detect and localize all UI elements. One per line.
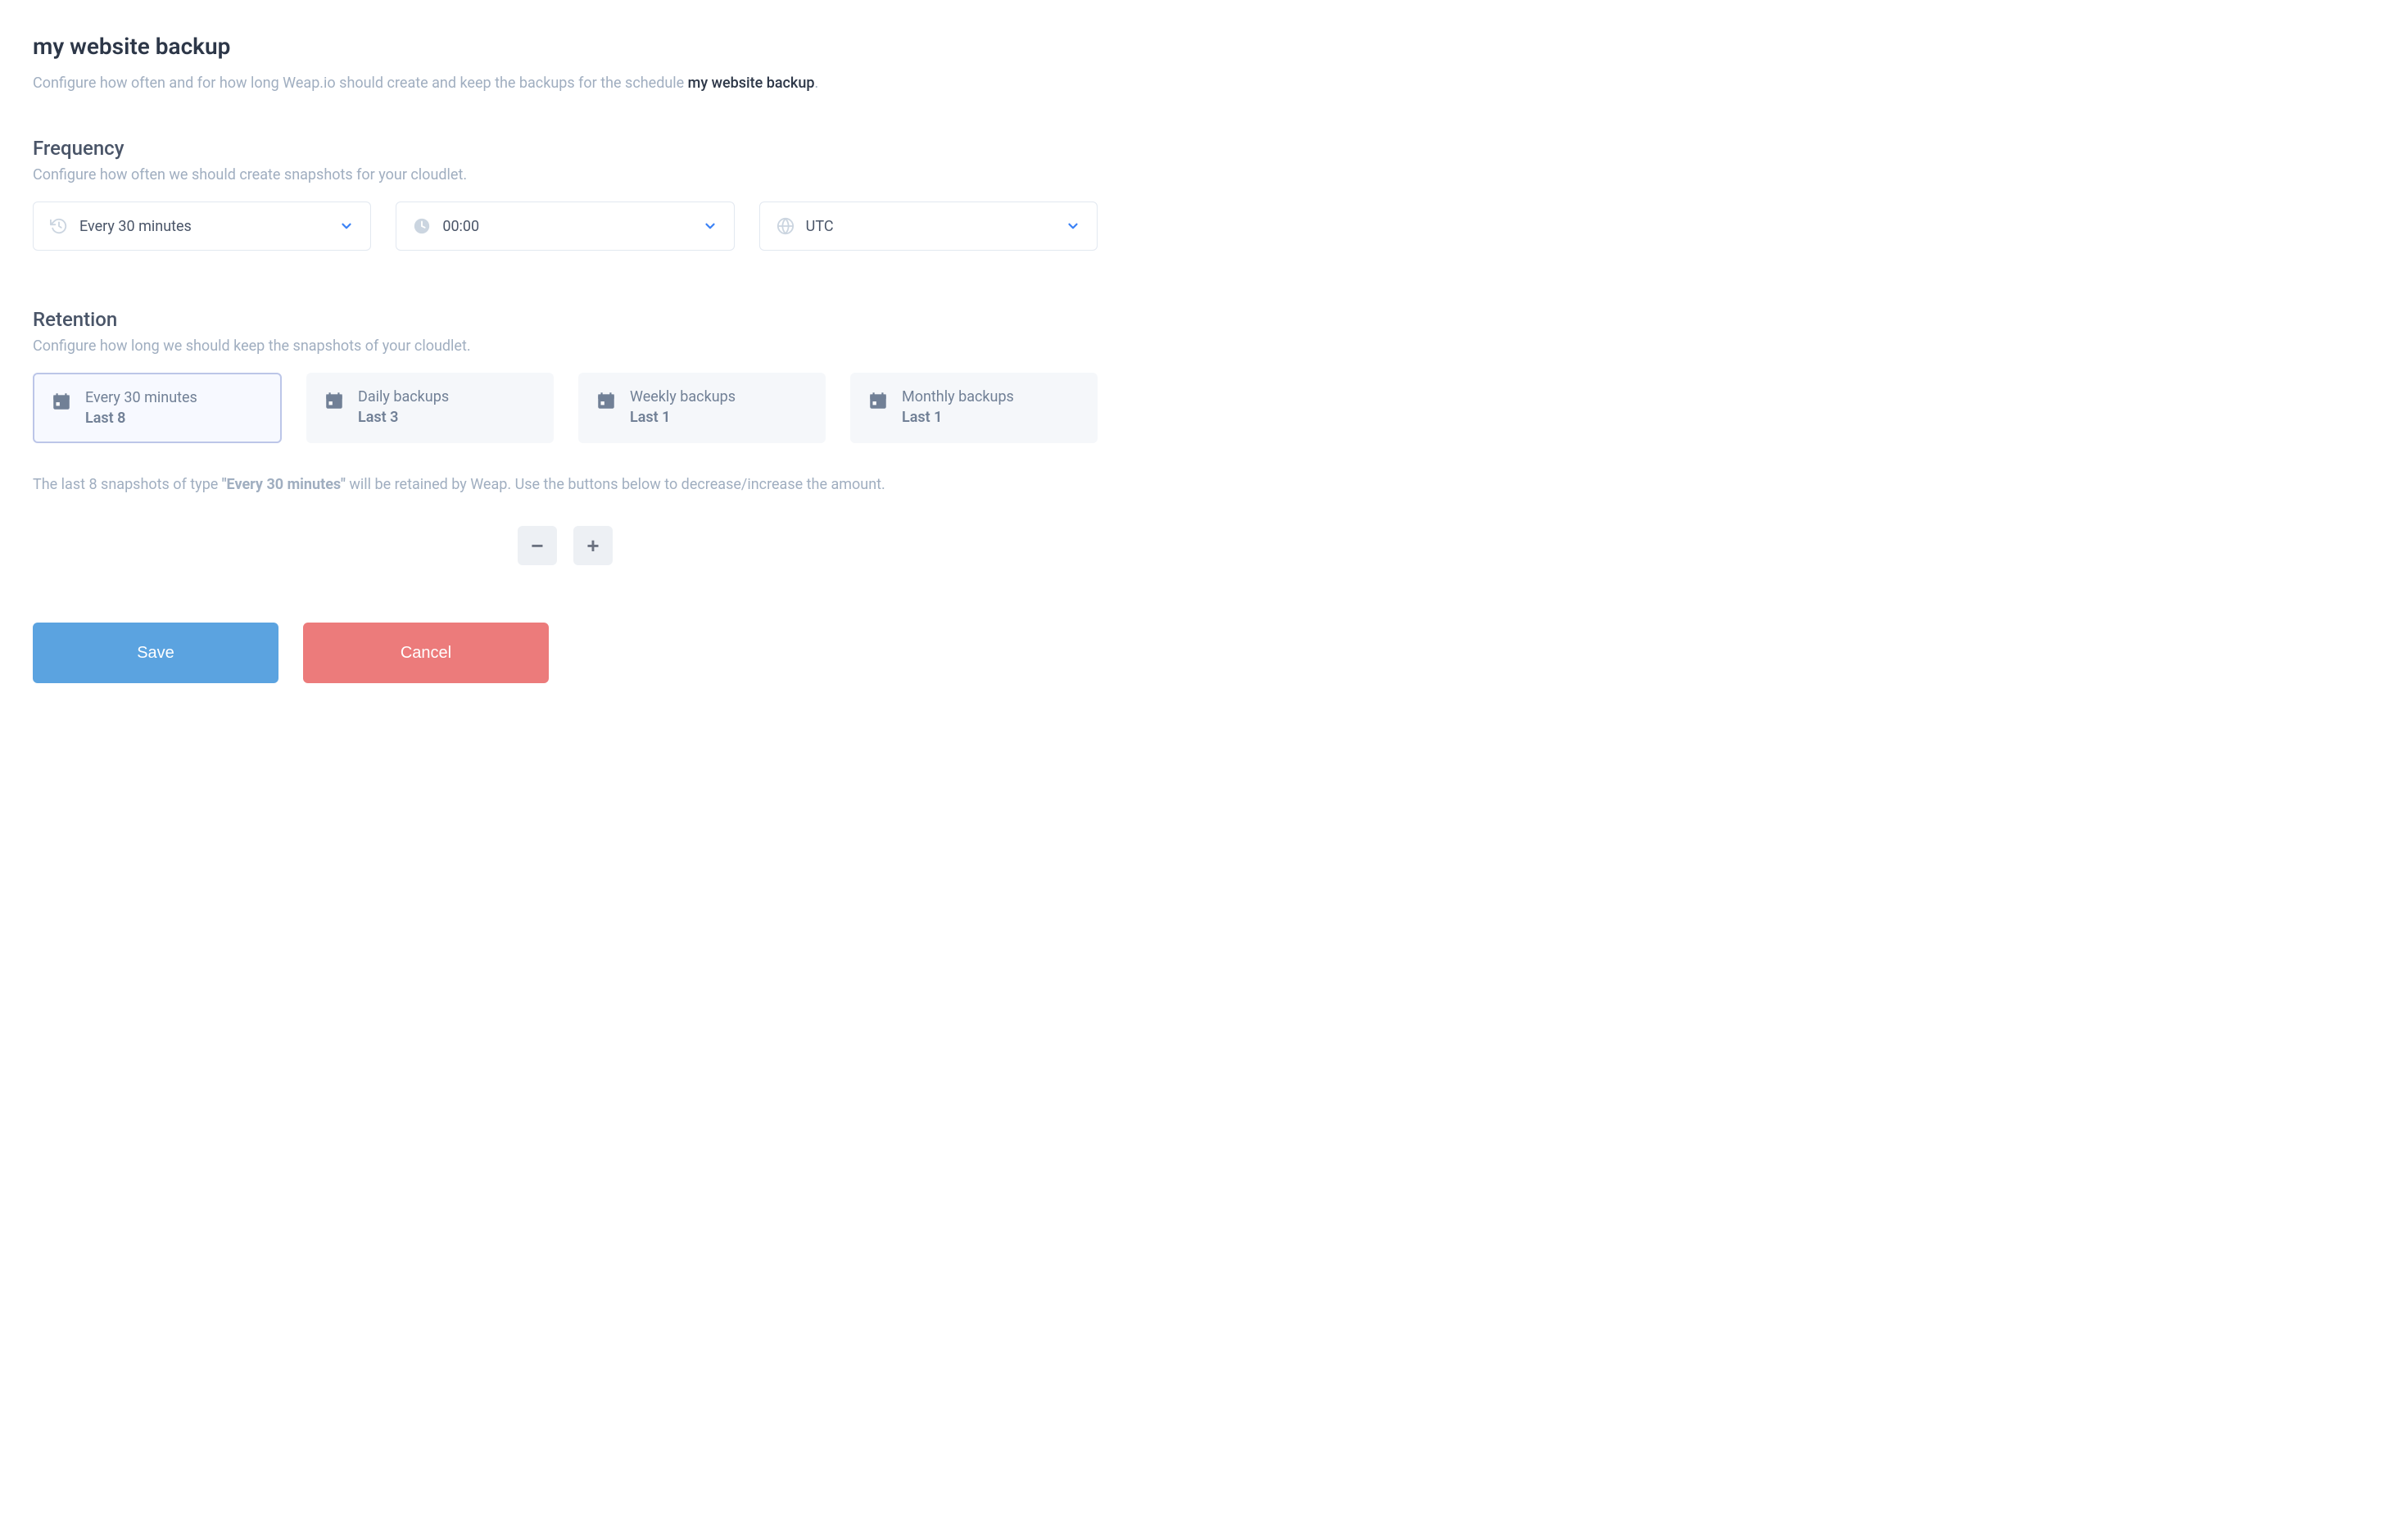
- plus-icon: +: [586, 533, 599, 559]
- save-button[interactable]: Save: [33, 623, 278, 683]
- retention-card-name: Weekly backups: [630, 388, 736, 405]
- retention-card-last: Last 3: [358, 409, 449, 426]
- increase-button[interactable]: +: [573, 526, 613, 565]
- retention-card-weekly[interactable]: Weekly backups Last 1: [578, 373, 826, 443]
- retention-message: The last 8 snapshots of type "Every 30 m…: [33, 476, 1098, 493]
- frequency-interval-select[interactable]: Every 30 minutes: [33, 202, 371, 251]
- frequency-title: Frequency: [33, 137, 1098, 160]
- page-description: Configure how often and for how long Wea…: [33, 75, 1098, 92]
- retention-card-daily[interactable]: Daily backups Last 3: [306, 373, 554, 443]
- page-desc-suffix: .: [814, 75, 818, 92]
- minus-icon: −: [531, 533, 543, 559]
- retention-cards: Every 30 minutes Last 8 Daily backups La…: [33, 373, 1098, 443]
- retention-card-last: Last 8: [85, 410, 197, 427]
- retention-card-every-30-minutes[interactable]: Every 30 minutes Last 8: [33, 373, 282, 443]
- retention-card-name: Every 30 minutes: [85, 389, 197, 406]
- retention-stepper: − +: [33, 526, 1098, 565]
- frequency-timezone-select[interactable]: UTC: [759, 202, 1098, 251]
- retention-card-last: Last 1: [902, 409, 1014, 426]
- frequency-timezone-value: UTC: [806, 218, 1066, 235]
- retention-title: Retention: [33, 308, 1098, 331]
- calendar-icon: [867, 390, 889, 411]
- calendar-icon: [51, 391, 72, 412]
- frequency-desc: Configure how often we should create sna…: [33, 166, 1098, 183]
- chevron-down-icon: [1066, 219, 1080, 233]
- retention-card-monthly[interactable]: Monthly backups Last 1: [850, 373, 1098, 443]
- retention-card-last: Last 1: [630, 409, 736, 426]
- retention-msg-emph: "Every 30 minutes": [222, 476, 346, 493]
- page-desc-prefix: Configure how often and for how long Wea…: [33, 75, 688, 92]
- frequency-row: Every 30 minutes 00:00 UTC: [33, 202, 1098, 251]
- globe-icon: [776, 217, 795, 235]
- retention-card-name: Daily backups: [358, 388, 449, 405]
- action-row: Save Cancel: [33, 623, 1098, 683]
- frequency-time-select[interactable]: 00:00: [396, 202, 734, 251]
- retention-card-name: Monthly backups: [902, 388, 1014, 405]
- chevron-down-icon: [339, 219, 354, 233]
- frequency-time-value: 00:00: [442, 218, 702, 235]
- cancel-button[interactable]: Cancel: [303, 623, 549, 683]
- page-desc-schedule-name: my website backup: [688, 75, 815, 92]
- calendar-icon: [595, 390, 617, 411]
- retention-desc: Configure how long we should keep the sn…: [33, 337, 1098, 355]
- clock-icon: [413, 217, 431, 235]
- frequency-interval-value: Every 30 minutes: [79, 218, 339, 235]
- history-icon: [50, 217, 68, 235]
- retention-msg-prefix: The last 8 snapshots of type: [33, 476, 222, 493]
- page-title: my website backup: [33, 33, 1098, 60]
- retention-msg-suffix: will be retained by Weap. Use the button…: [346, 476, 885, 493]
- decrease-button[interactable]: −: [518, 526, 557, 565]
- chevron-down-icon: [703, 219, 718, 233]
- calendar-icon: [324, 390, 345, 411]
